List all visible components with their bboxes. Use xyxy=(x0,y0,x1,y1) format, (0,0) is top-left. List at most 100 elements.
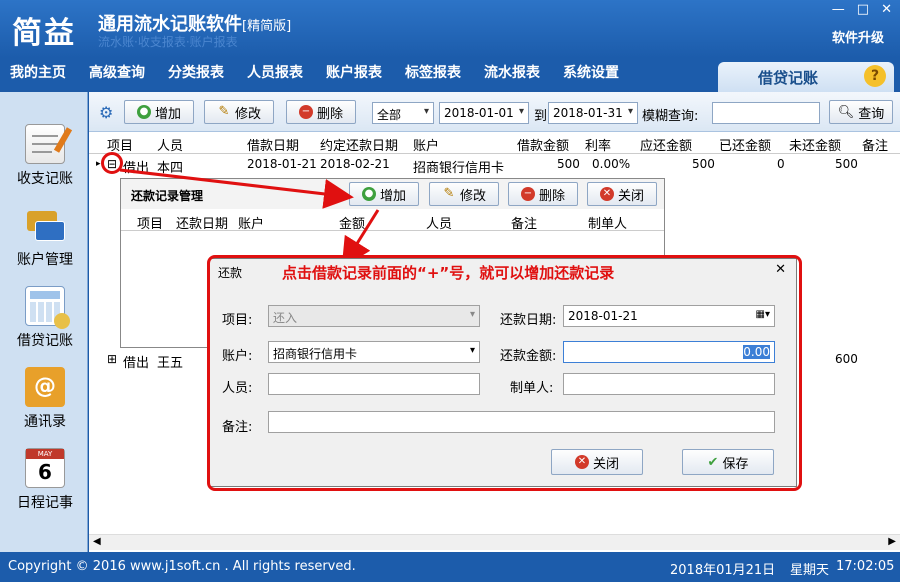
repayment-close-button[interactable]: ✕ 关闭 xyxy=(587,182,657,206)
chevron-down-icon: ▾ xyxy=(627,106,633,117)
search-button[interactable]: 🔍︎ 查询 xyxy=(829,100,893,124)
copyright-text: Copyright © 2016 www.j1soft.cn . All rig… xyxy=(8,559,356,574)
repayment-panel-title: 还款记录管理 xyxy=(131,189,204,203)
sidebar-item-contacts[interactable]: @ 通讯录 xyxy=(4,367,86,431)
col-item[interactable]: 项目 xyxy=(137,213,163,232)
menu-item-advanced-query[interactable]: 高级查询 xyxy=(89,62,145,82)
repayment-grid-header: 项目 还款日期 账户 金额 人员 备注 制单人 xyxy=(121,211,664,232)
sidebar-item-label: 借贷记账 xyxy=(17,333,73,349)
col-person[interactable]: 人员 xyxy=(157,135,183,154)
edit-button[interactable]: ✎ 修改 xyxy=(204,100,274,124)
sidebar-item-loans[interactable]: 借贷记账 xyxy=(4,286,86,350)
repayment-delete-button[interactable]: − 删除 xyxy=(508,182,578,206)
cell-amount: 500 xyxy=(557,157,580,171)
status-date: 2018年01月21日 xyxy=(670,563,776,578)
horizontal-scrollbar[interactable]: ◀ ▶ xyxy=(89,534,900,550)
search-icon: 🔍︎ xyxy=(837,104,855,120)
minimize-button[interactable]: — xyxy=(832,2,845,17)
menu-item-tag-report[interactable]: 标签报表 xyxy=(405,62,461,82)
sidebar-item-income-expense[interactable]: 收支记账 xyxy=(4,124,86,188)
menu-item-home[interactable]: 我的主页 xyxy=(10,62,66,82)
calendar-day: 6 xyxy=(38,460,52,484)
scroll-right-icon[interactable]: ▶ xyxy=(888,536,896,547)
sidebar-item-accounts[interactable]: 账户管理 xyxy=(4,205,86,269)
col-maker[interactable]: 制单人 xyxy=(588,213,627,232)
col-account[interactable]: 账户 xyxy=(238,213,264,232)
title-bar: 简益 通用流水记账软件[精简版] 流水账·收支报表·账户报表 — □ ✕ 软件升… xyxy=(0,0,900,58)
delete-label: 删除 xyxy=(316,106,343,122)
col-rate[interactable]: 利率 xyxy=(585,135,611,154)
cell-due-date: 2018-02-21 xyxy=(320,157,390,171)
notepad-icon xyxy=(25,124,73,164)
edit-label: 修改 xyxy=(234,106,261,122)
date-from-value: 2018-01-01 xyxy=(444,106,514,120)
sidebar-item-schedule[interactable]: MAY 6 日程记事 xyxy=(4,448,86,512)
add-icon: ● xyxy=(361,187,376,201)
status-weekday: 星期天 xyxy=(790,563,830,578)
col-amount[interactable]: 金额 xyxy=(339,213,365,232)
delete-button[interactable]: − 删除 xyxy=(286,100,356,124)
status-time: 17:02:05 xyxy=(836,559,895,574)
type-filter-select[interactable]: 全部 ▾ xyxy=(372,102,434,124)
highlight-frame xyxy=(207,255,802,491)
toolbar: ⚙ ● 增加 ✎ 修改 − 删除 全部 ▾ 2018-01-01 ▾ 到 2018-01-… xyxy=(89,92,900,132)
delete-icon: − xyxy=(298,105,313,119)
repayment-edit-button[interactable]: ✎ 修改 xyxy=(429,182,499,206)
col-paid[interactable]: 已还金额 xyxy=(719,135,771,154)
sidebar-item-label: 通讯录 xyxy=(24,414,66,430)
cell-unpaid: 600 xyxy=(835,352,858,366)
cell-item: 借出 xyxy=(123,356,150,371)
bank-card-icon xyxy=(25,205,65,245)
fuzzy-search-input[interactable] xyxy=(712,102,820,124)
add-button[interactable]: ● 增加 xyxy=(124,100,194,124)
close-window-button[interactable]: ✕ xyxy=(881,2,892,17)
delete-label: 删除 xyxy=(538,188,565,204)
sidebar-item-label: 收支记账 xyxy=(17,171,73,187)
row-expander-toggle[interactable]: ⊞ xyxy=(107,352,117,366)
col-due-amount[interactable]: 应还金额 xyxy=(640,135,692,154)
add-label: 增加 xyxy=(379,188,406,204)
repayment-panel-header: 还款记录管理 ● 增加 ✎ 修改 − 删除 ✕ 关闭 xyxy=(121,179,664,209)
pencil-icon: ✎ xyxy=(443,186,455,201)
menu-item-flow-report[interactable]: 流水报表 xyxy=(484,62,540,82)
cell-unpaid: 500 xyxy=(835,157,858,171)
col-unpaid[interactable]: 未还金额 xyxy=(789,135,841,154)
date-to-value: 2018-01-31 xyxy=(553,106,623,120)
app-logo: 简益 xyxy=(12,16,76,51)
col-account[interactable]: 账户 xyxy=(413,135,439,154)
scroll-left-icon[interactable]: ◀ xyxy=(93,536,101,547)
col-borrow-date[interactable]: 借款日期 xyxy=(247,135,299,154)
menu-item-settings[interactable]: 系统设置 xyxy=(563,62,619,82)
cell-item: 借出 xyxy=(123,161,150,176)
col-note[interactable]: 备注 xyxy=(511,213,537,232)
col-note[interactable]: 备注 xyxy=(862,135,888,154)
chevron-down-icon: ▾ xyxy=(423,106,429,117)
cell-account: 招商银行信用卡 xyxy=(413,161,505,176)
app-edition: [精简版] xyxy=(242,19,292,34)
upgrade-link[interactable]: 软件升级 xyxy=(832,27,884,46)
col-person[interactable]: 人员 xyxy=(426,213,452,232)
date-from-input[interactable]: 2018-01-01 ▾ xyxy=(439,102,529,124)
gear-icon[interactable]: ⚙ xyxy=(99,103,113,122)
delete-icon: − xyxy=(520,187,535,201)
col-repay-date[interactable]: 还款日期 xyxy=(176,213,228,232)
menu-item-account-report[interactable]: 账户报表 xyxy=(326,62,382,82)
cell-paid: 0 xyxy=(777,157,785,171)
maximize-button[interactable]: □ xyxy=(857,2,869,17)
chevron-down-icon: ▾ xyxy=(518,106,524,117)
row-pointer-icon: ▸ xyxy=(96,159,101,169)
highlight-circle xyxy=(101,152,123,174)
help-icon[interactable]: ? xyxy=(864,65,886,87)
date-to-input[interactable]: 2018-01-31 ▾ xyxy=(548,102,638,124)
sidebar-item-label: 账户管理 xyxy=(17,252,73,268)
col-due-date[interactable]: 约定还款日期 xyxy=(320,135,398,154)
menu-item-category-report[interactable]: 分类报表 xyxy=(168,62,224,82)
menu-item-person-report[interactable]: 人员报表 xyxy=(247,62,303,82)
col-amount[interactable]: 借款金额 xyxy=(517,135,569,154)
window-controls: — □ ✕ xyxy=(832,2,892,17)
repayment-add-button[interactable]: ● 增加 xyxy=(349,182,419,206)
module-tab-loan[interactable]: 借贷记账 ? xyxy=(718,62,894,92)
close-icon: ✕ xyxy=(599,187,614,201)
table-row[interactable]: ▸ ⊟ 借出 本四 2018-01-21 2018-02-21 招商银行信用卡 … xyxy=(89,155,900,176)
add-label: 增加 xyxy=(154,106,181,122)
